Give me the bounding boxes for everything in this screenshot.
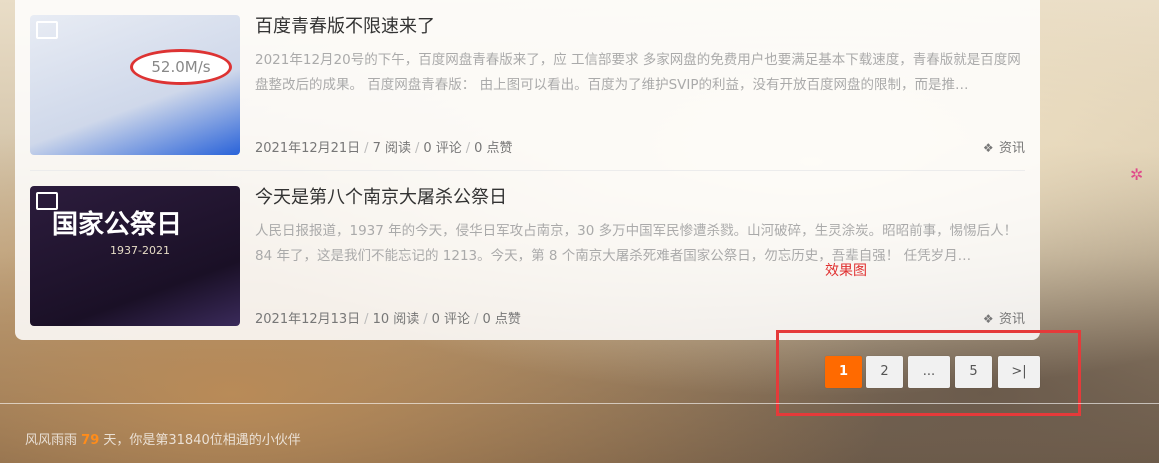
thumbnail-title-text: 国家公祭日	[52, 210, 183, 240]
thumbnail-speed-text: 52.0M/s	[130, 49, 232, 85]
post-thumbnail[interactable]: 国家公祭日 1937-2021	[30, 186, 240, 326]
post-list-card: 52.0M/s 百度青春版不限速来了 2021年12月20号的下午，百度网盘青春…	[15, 0, 1040, 340]
post-meta: 2021年12月21日/7 阅读/0 评论/0 点赞	[255, 141, 513, 156]
post-meta: 2021年12月13日/10 阅读/0 评论/0 点赞	[255, 312, 521, 327]
post-item[interactable]: 国家公祭日 1937-2021 今天是第八个南京大屠杀公祭日 人民日报报道，19…	[30, 186, 1025, 327]
decoration-star-icon: ✲	[1130, 165, 1144, 184]
footer-prefix: 风风雨雨	[25, 433, 78, 448]
post-likes[interactable]: 0 点赞	[474, 141, 512, 156]
post-category-label: 资讯	[998, 141, 1025, 156]
post-likes[interactable]: 0 点赞	[482, 312, 520, 327]
post-thumbnail[interactable]: 52.0M/s	[30, 15, 240, 155]
post-title[interactable]: 今天是第八个南京大屠杀公祭日	[255, 186, 507, 210]
footer-divider	[0, 403, 1159, 404]
post-category[interactable]: ❖ 资讯	[983, 308, 1025, 327]
post-reads: 10 阅读	[372, 312, 420, 327]
post-category[interactable]: ❖ 资讯	[983, 137, 1025, 156]
post-reads: 7 阅读	[372, 141, 411, 156]
annotation-label: 效果图	[825, 263, 867, 279]
post-comments[interactable]: 0 评论	[432, 312, 470, 327]
page-button-2[interactable]: 2	[866, 356, 903, 388]
thumbnail-sub-text: 1937-2021	[110, 244, 170, 257]
footer-suffix: 天，你是第31840位相遇的小伙伴	[103, 433, 301, 448]
footer-days: 79	[81, 433, 100, 448]
last-page-button[interactable]: >|	[998, 356, 1040, 388]
post-date: 2021年12月13日	[255, 312, 361, 327]
page-button-5[interactable]: 5	[955, 356, 992, 388]
divider	[30, 170, 1025, 171]
post-date: 2021年12月21日	[255, 141, 361, 156]
page-ellipsis: ...	[908, 356, 950, 388]
image-icon	[36, 21, 58, 39]
layers-icon: ❖	[982, 312, 994, 326]
page-button-1[interactable]: 1	[825, 356, 862, 388]
layers-icon: ❖	[982, 141, 994, 155]
post-comments[interactable]: 0 评论	[423, 141, 461, 156]
post-item[interactable]: 52.0M/s 百度青春版不限速来了 2021年12月20号的下午，百度网盘青春…	[30, 15, 1025, 156]
post-excerpt: 2021年12月20号的下午，百度网盘青春版来了，应 工信部要求 多家网盘的免费…	[255, 52, 1021, 93]
footer-visitor-text: 风风雨雨 79 天，你是第31840位相遇的小伙伴	[25, 429, 301, 448]
post-excerpt: 人民日报报道，1937 年的今天，侵华日军攻占南京，30 多万中国军民惨遭杀戮。…	[255, 223, 1018, 264]
post-category-label: 资讯	[998, 312, 1025, 327]
post-title[interactable]: 百度青春版不限速来了	[255, 15, 435, 39]
